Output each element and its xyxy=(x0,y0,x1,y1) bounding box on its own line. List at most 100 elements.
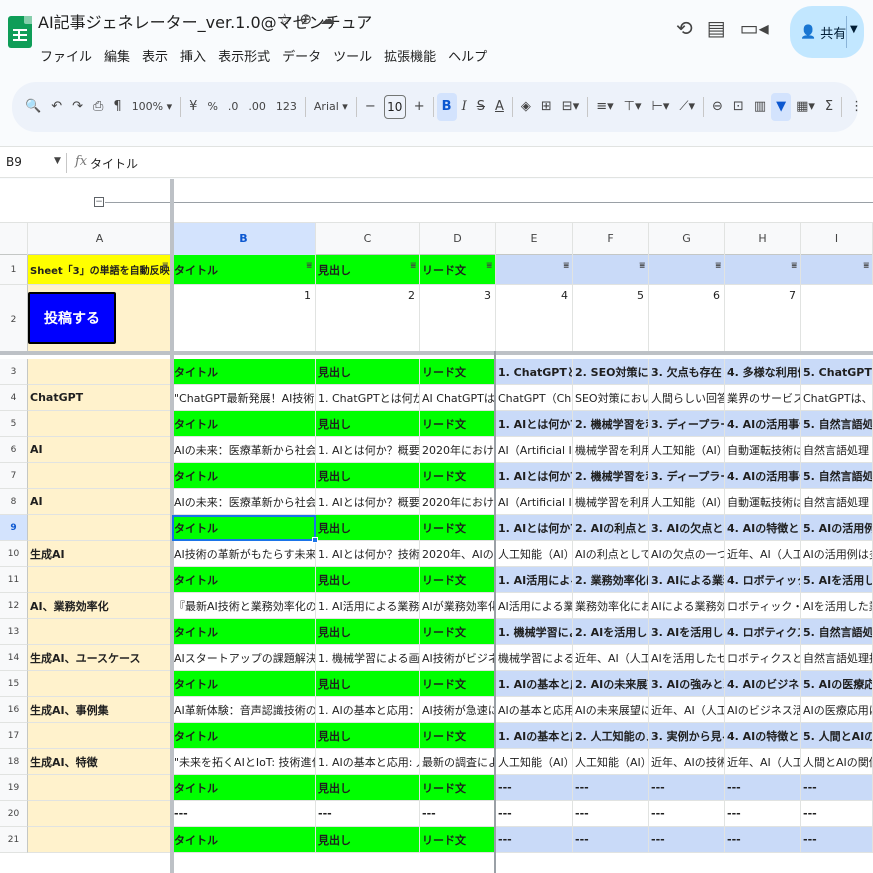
cell-index-number[interactable]: 1 xyxy=(172,285,316,355)
cell-e[interactable]: 1. AIとは何か？技術 xyxy=(496,515,573,541)
cell-c[interactable]: 1. AIとは何か？概要と特徴 xyxy=(316,489,420,515)
frozen-columns-divider[interactable] xyxy=(170,179,174,873)
cell-header-filter[interactable]: ⩸ xyxy=(649,255,725,285)
italic-button[interactable]: I xyxy=(457,93,472,121)
cell-c[interactable]: 1. AIとは何か？技術の進化 xyxy=(316,541,420,567)
cell-f[interactable]: 2. SEO対策に有効 xyxy=(573,359,649,385)
cell-h[interactable]: 4. AIのビジネス活用 xyxy=(725,671,801,697)
select-all-corner[interactable] xyxy=(0,223,28,255)
text-wrap-icon[interactable]: ⊢▾ xyxy=(647,93,675,121)
filter-dropdown-icon[interactable]: ⩸ xyxy=(716,261,721,271)
move-to-folder-icon[interactable]: ⊕ xyxy=(299,10,312,28)
cell-h[interactable]: 自動運転技術は、人 xyxy=(725,437,801,463)
cell-h[interactable]: --- xyxy=(725,827,801,853)
cell-g[interactable]: --- xyxy=(649,827,725,853)
share-button[interactable]: 👤 共有 ▼ xyxy=(790,6,864,58)
cell-c[interactable]: 1. 機械学習による画像認識 xyxy=(316,645,420,671)
cell-i[interactable]: --- xyxy=(801,801,873,827)
filter-dropdown-icon[interactable]: ⩸ xyxy=(864,261,869,271)
cell-d[interactable]: リード文 xyxy=(420,359,496,385)
cell-i[interactable]: 5. AIを活用した xyxy=(801,567,873,593)
cell-index-number[interactable]: 4 xyxy=(496,285,573,355)
cell-i[interactable]: 5. 自然言語処理 xyxy=(801,463,873,489)
more-formats-button[interactable]: 123 xyxy=(271,93,302,121)
cell-e[interactable]: --- xyxy=(496,827,573,853)
increase-font-size-button[interactable]: + xyxy=(409,93,430,121)
font-select[interactable]: Arial ▾ xyxy=(309,93,353,121)
cell-d[interactable]: リード文 xyxy=(420,411,496,437)
strikethrough-button[interactable]: S xyxy=(472,93,490,121)
cell-d[interactable]: 最新の調査によると xyxy=(420,749,496,775)
merge-cells-icon[interactable]: ⊟▾ xyxy=(557,93,584,121)
cell-b[interactable]: タイトル xyxy=(172,775,316,801)
row-header[interactable]: 4 xyxy=(0,385,28,411)
cell-e[interactable]: --- xyxy=(496,801,573,827)
cell-h[interactable]: 4. AIの特徴とは何か xyxy=(725,723,801,749)
menu-item-3[interactable]: 挿入 xyxy=(174,44,212,67)
cell-f[interactable]: 近年、AI（人工知能 xyxy=(573,645,649,671)
cell-f[interactable]: 2. AIを活用した顧客 xyxy=(573,619,649,645)
paint-format-icon[interactable]: ¶ xyxy=(108,93,126,121)
cloud-status-icon[interactable]: ☁ xyxy=(320,10,335,28)
cell-a1[interactable]: Sheet「3」の単語を自動反映 ⩸ xyxy=(28,255,172,285)
cell-keyword[interactable] xyxy=(28,775,172,801)
cell-b[interactable]: タイトル xyxy=(172,359,316,385)
cell-f[interactable]: 2. 機械学習を利用し xyxy=(573,411,649,437)
vertical-align-icon[interactable]: ⊤▾ xyxy=(619,93,647,121)
cell-e[interactable]: ChatGPT（Chat G xyxy=(496,385,573,411)
filter-icon[interactable]: ▼ xyxy=(771,93,792,121)
cell-g[interactable]: --- xyxy=(649,801,725,827)
cell-g[interactable]: 3. 欠点も存在 xyxy=(649,359,725,385)
cell-i[interactable]: 5. 自然言語処理 xyxy=(801,619,873,645)
cell-i[interactable]: 自然言語処理技 xyxy=(801,645,873,671)
menu-item-5[interactable]: データ xyxy=(276,44,327,67)
cell-c[interactable]: 1. AIの基本と応用：機械学 xyxy=(316,697,420,723)
cell-f[interactable]: 業務効率化における xyxy=(573,593,649,619)
cell-keyword[interactable]: 生成AI、ユースケース xyxy=(28,645,172,671)
cell-f[interactable]: 2. 業務効率化におけ xyxy=(573,567,649,593)
cell-b[interactable]: タイトル xyxy=(172,619,316,645)
cell-d1[interactable]: リード文 ⩸ xyxy=(420,255,496,285)
filter-dropdown-icon[interactable]: ⩸ xyxy=(411,261,416,271)
cell-index-number[interactable]: 7 xyxy=(725,285,801,355)
cell-h[interactable]: AIのビジネス活用に xyxy=(725,697,801,723)
cell-i[interactable]: 5. 自然言語処理 xyxy=(801,411,873,437)
cell-g[interactable]: 近年、AI（人工知能 xyxy=(649,697,725,723)
cell-c1[interactable]: 見出し ⩸ xyxy=(316,255,420,285)
cell-e[interactable]: 1. ChatGPTとは何 xyxy=(496,359,573,385)
menu-item-2[interactable]: 表示 xyxy=(136,44,174,67)
row-header[interactable]: 1 xyxy=(0,255,28,285)
column-header-e[interactable]: E xyxy=(496,223,573,255)
cell-e[interactable]: 1. 機械学習による画 xyxy=(496,619,573,645)
cell-g[interactable]: 人工知能（AI）の急 xyxy=(649,437,725,463)
cell-e[interactable]: 1. AIとは何か？概要 xyxy=(496,463,573,489)
cell-f[interactable]: SEO対策において、 xyxy=(573,385,649,411)
sheets-logo-icon[interactable] xyxy=(8,16,32,48)
cell-d[interactable]: リード文 xyxy=(420,827,496,853)
cell-index-number[interactable]: 6 xyxy=(649,285,725,355)
decrease-font-size-button[interactable]: − xyxy=(360,93,381,121)
cell-h[interactable]: 4. 多様な利用例 xyxy=(725,359,801,385)
cell-b[interactable]: 『最新AI技術と業務効率化の課題解 xyxy=(172,593,316,619)
cell-index-number[interactable]: 3 xyxy=(420,285,496,355)
cell-c[interactable]: 1. AI活用による業務効率化 xyxy=(316,593,420,619)
cell-c[interactable]: 1. AIの基本と応用: 人工知能 xyxy=(316,749,420,775)
bold-button[interactable]: B xyxy=(436,93,457,121)
cell-e[interactable]: 1. AIの基本と応用： xyxy=(496,671,573,697)
cell-e[interactable]: AI（Artificial Intellig xyxy=(496,437,573,463)
cell-g[interactable]: 3. ディープラーニン xyxy=(649,411,725,437)
filter-dropdown-icon[interactable]: ⩸ xyxy=(564,261,569,271)
column-header-g[interactable]: G xyxy=(649,223,725,255)
group-collapse-icon[interactable]: − xyxy=(94,197,104,207)
cell-b[interactable]: AIの未来：医療革新から社会変革へ xyxy=(172,437,316,463)
cell-b[interactable]: タイトル xyxy=(172,723,316,749)
row-header[interactable]: 11 xyxy=(0,567,28,593)
text-rotation-icon[interactable]: ⟋▾ xyxy=(674,93,700,121)
version-history-icon[interactable]: ⟲ xyxy=(676,16,693,40)
name-box-dropdown-icon[interactable]: ▼ xyxy=(54,156,61,166)
row-header[interactable]: 20 xyxy=(0,801,28,827)
cell-b[interactable]: タイトル xyxy=(172,671,316,697)
cell-f[interactable]: --- xyxy=(573,827,649,853)
cell-d[interactable]: リード文 xyxy=(420,463,496,489)
cell-d[interactable]: 2020年におけるAI xyxy=(420,437,496,463)
